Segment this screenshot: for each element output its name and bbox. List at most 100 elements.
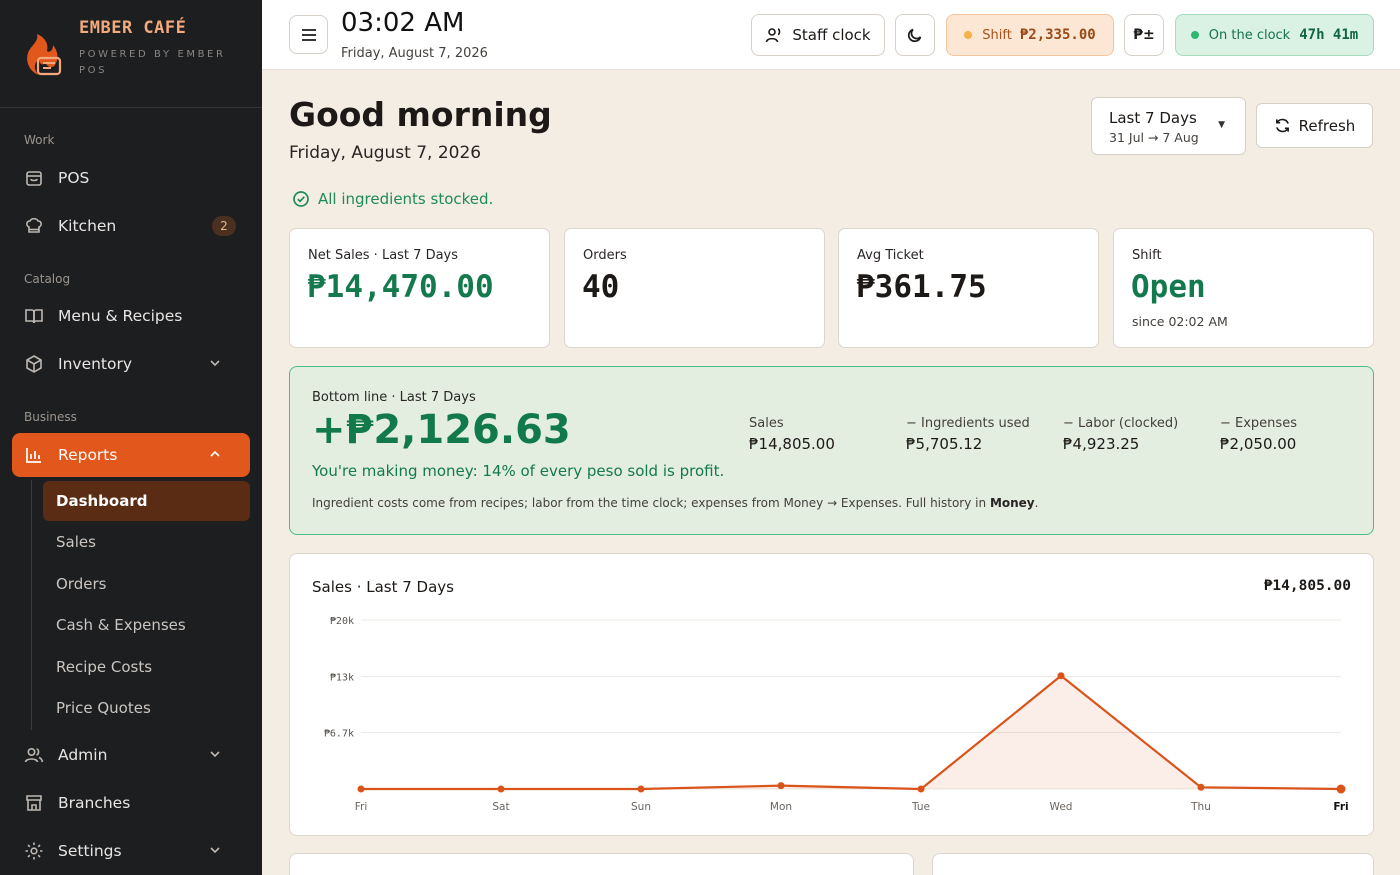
kitchen-count-badge: 2	[212, 216, 236, 236]
package-icon	[26, 355, 42, 373]
date-range-span: 31 Jul → 7 Aug	[1109, 130, 1199, 145]
stat-sales: Sales ₱14,805.00	[749, 416, 835, 453]
stat-value: ₱4,923.25	[1063, 435, 1140, 453]
stat-ingredients: − Ingredients used ₱5,705.12	[906, 416, 1030, 453]
caret-down-icon: ▼	[1218, 120, 1225, 130]
stat-labor: − Labor (clocked) ₱4,923.25	[1063, 416, 1178, 453]
cash-adjust-button[interactable]: ₱±	[1124, 14, 1164, 56]
x-tick-label: Thu	[1190, 801, 1211, 813]
x-tick-label: Tue	[911, 801, 930, 813]
sidebar-item-menu-recipes[interactable]: Menu & Recipes	[12, 294, 250, 338]
sales-data-point	[1197, 783, 1205, 791]
sidebar-item-settings[interactable]: Settings	[12, 829, 250, 873]
chart-title: Sales · Last 7 Days	[312, 578, 454, 596]
sidebar-item-label: Settings	[58, 842, 122, 860]
top-bar: 03:02 AM Friday, August 7, 2026 Staff cl…	[262, 0, 1400, 70]
y-tick-label: ₱6.7k	[324, 728, 354, 739]
stat-expenses: − Expenses ₱2,050.00	[1220, 416, 1297, 453]
current-date: Friday, August 7, 2026	[341, 46, 488, 61]
shift-status-dot	[964, 31, 973, 39]
kpi-label: Shift	[1132, 248, 1162, 263]
kpi-value: ₱14,470.00	[307, 269, 494, 305]
kpi-label: Net Sales · Last 7 Days	[308, 248, 459, 263]
footnote-period: .	[1034, 496, 1039, 510]
theme-toggle-button[interactable]	[895, 14, 935, 56]
sidebar-item-pos[interactable]: POS	[12, 156, 250, 200]
submenu-guide-line	[31, 480, 32, 730]
sales-data-point	[357, 785, 365, 793]
kpi-card-net-sales: Net Sales · Last 7 Days ₱14,470.00	[289, 228, 550, 348]
brand-subtitle: POWERED BY EMBER POS	[79, 49, 226, 76]
footnote-text: Ingredient costs come from recipes; labo…	[312, 496, 987, 510]
chart-total: ₱14,805.00	[1263, 578, 1351, 594]
bottom-line-card: Bottom line · Last 7 Days +₱2,126.63 You…	[289, 366, 1374, 535]
greeting-heading: Good morning	[289, 95, 552, 134]
x-tick-label: Sat	[492, 801, 509, 813]
moon-icon	[907, 28, 922, 43]
flame-logo-icon	[27, 34, 62, 76]
sales-data-point	[1057, 672, 1065, 680]
menu-toggle-button[interactable]	[289, 15, 328, 54]
on-the-clock-pill[interactable]: On the clock 47h 41m	[1175, 14, 1374, 56]
x-tick-label: Fri	[1333, 801, 1348, 813]
lower-card-left	[289, 853, 914, 875]
date-range-select[interactable]: Last 7 Days 31 Jul → 7 Aug ▼	[1091, 97, 1246, 155]
users-icon	[24, 747, 44, 763]
sidebar-item-label: Inventory	[58, 355, 133, 373]
clock-duration: 47h 41m	[1299, 27, 1359, 43]
stat-value: ₱2,050.00	[1220, 435, 1297, 453]
open-book-icon	[25, 309, 43, 324]
user-clock-icon	[766, 28, 781, 43]
sidebar-item-label: Branches	[58, 794, 131, 812]
sidebar-item-inventory[interactable]: Inventory	[12, 342, 250, 386]
dashboard-date: Friday, August 7, 2026	[289, 143, 482, 163]
chevron-down-icon	[210, 360, 220, 367]
y-tick-label: ₱20k	[330, 616, 354, 627]
shift-amount: ₱2,335.00	[1019, 27, 1096, 43]
kpi-value: Open	[1131, 269, 1206, 305]
x-tick-label: Mon	[770, 801, 792, 813]
x-tick-label: Sun	[631, 801, 651, 813]
sidebar-subitem-recipe-costs[interactable]: Recipe Costs	[43, 647, 250, 687]
sidebar-subitem-price-quotes[interactable]: Price Quotes	[43, 688, 250, 728]
sidebar-subitem-sales[interactable]: Sales	[43, 522, 250, 562]
shift-total-pill[interactable]: Shift ₱2,335.00	[946, 14, 1114, 56]
sidebar-item-label: Reports	[58, 446, 118, 464]
shopping-bag-icon	[26, 171, 42, 186]
sidebar-item-kitchen[interactable]: Kitchen 2	[12, 204, 250, 248]
kpi-label: Orders	[583, 248, 627, 263]
stock-status: All ingredients stocked.	[292, 190, 493, 208]
x-tick-label: Wed	[1050, 801, 1073, 813]
staff-clock-button[interactable]: Staff clock	[751, 14, 885, 56]
section-label-work: Work	[24, 133, 55, 147]
gear-icon	[25, 842, 43, 860]
profit-note: You're making money: 14% of every peso s…	[312, 462, 725, 480]
sidebar-item-admin[interactable]: Admin	[12, 733, 250, 777]
refresh-button[interactable]: Refresh	[1256, 103, 1373, 148]
kpi-card-orders: Orders 40	[564, 228, 825, 348]
bottom-line-value: +₱2,126.63	[312, 407, 571, 453]
sidebar-item-label: Admin	[58, 746, 108, 764]
stat-value: ₱14,805.00	[749, 435, 835, 453]
section-label-business: Business	[24, 410, 77, 424]
sidebar-item-label: POS	[58, 169, 90, 187]
bottom-line-label: Bottom line · Last 7 Days	[312, 390, 476, 405]
sidebar-item-branches[interactable]: Branches	[12, 781, 250, 825]
x-tick-label: Fri	[355, 801, 368, 813]
sidebar-subitem-dashboard[interactable]: Dashboard	[43, 481, 250, 521]
bar-chart-icon	[26, 448, 41, 463]
sidebar-item-reports[interactable]: Reports	[12, 433, 250, 477]
date-range-title: Last 7 Days	[1109, 109, 1197, 127]
sidebar-subitem-orders[interactable]: Orders	[43, 564, 250, 604]
sidebar-subitem-cash-expenses[interactable]: Cash & Expenses	[43, 605, 250, 645]
section-label-catalog: Catalog	[24, 272, 71, 286]
stat-label: − Labor (clocked)	[1063, 416, 1179, 431]
sales-data-point	[777, 782, 785, 790]
hamburger-menu-icon	[301, 28, 316, 41]
sales-area-chart: ₱20k ₱13k ₱6.7k Fri Sat Sun Mon Tue Wed Thu Fri	[324, 616, 1349, 813]
money-link[interactable]: Money	[990, 496, 1035, 510]
clock-status-dot	[1190, 31, 1199, 39]
refresh-icon	[1275, 118, 1289, 133]
brand-name: EMBER CAFÉ	[79, 18, 187, 38]
kpi-subtext: since 02:02 AM	[1132, 314, 1228, 329]
